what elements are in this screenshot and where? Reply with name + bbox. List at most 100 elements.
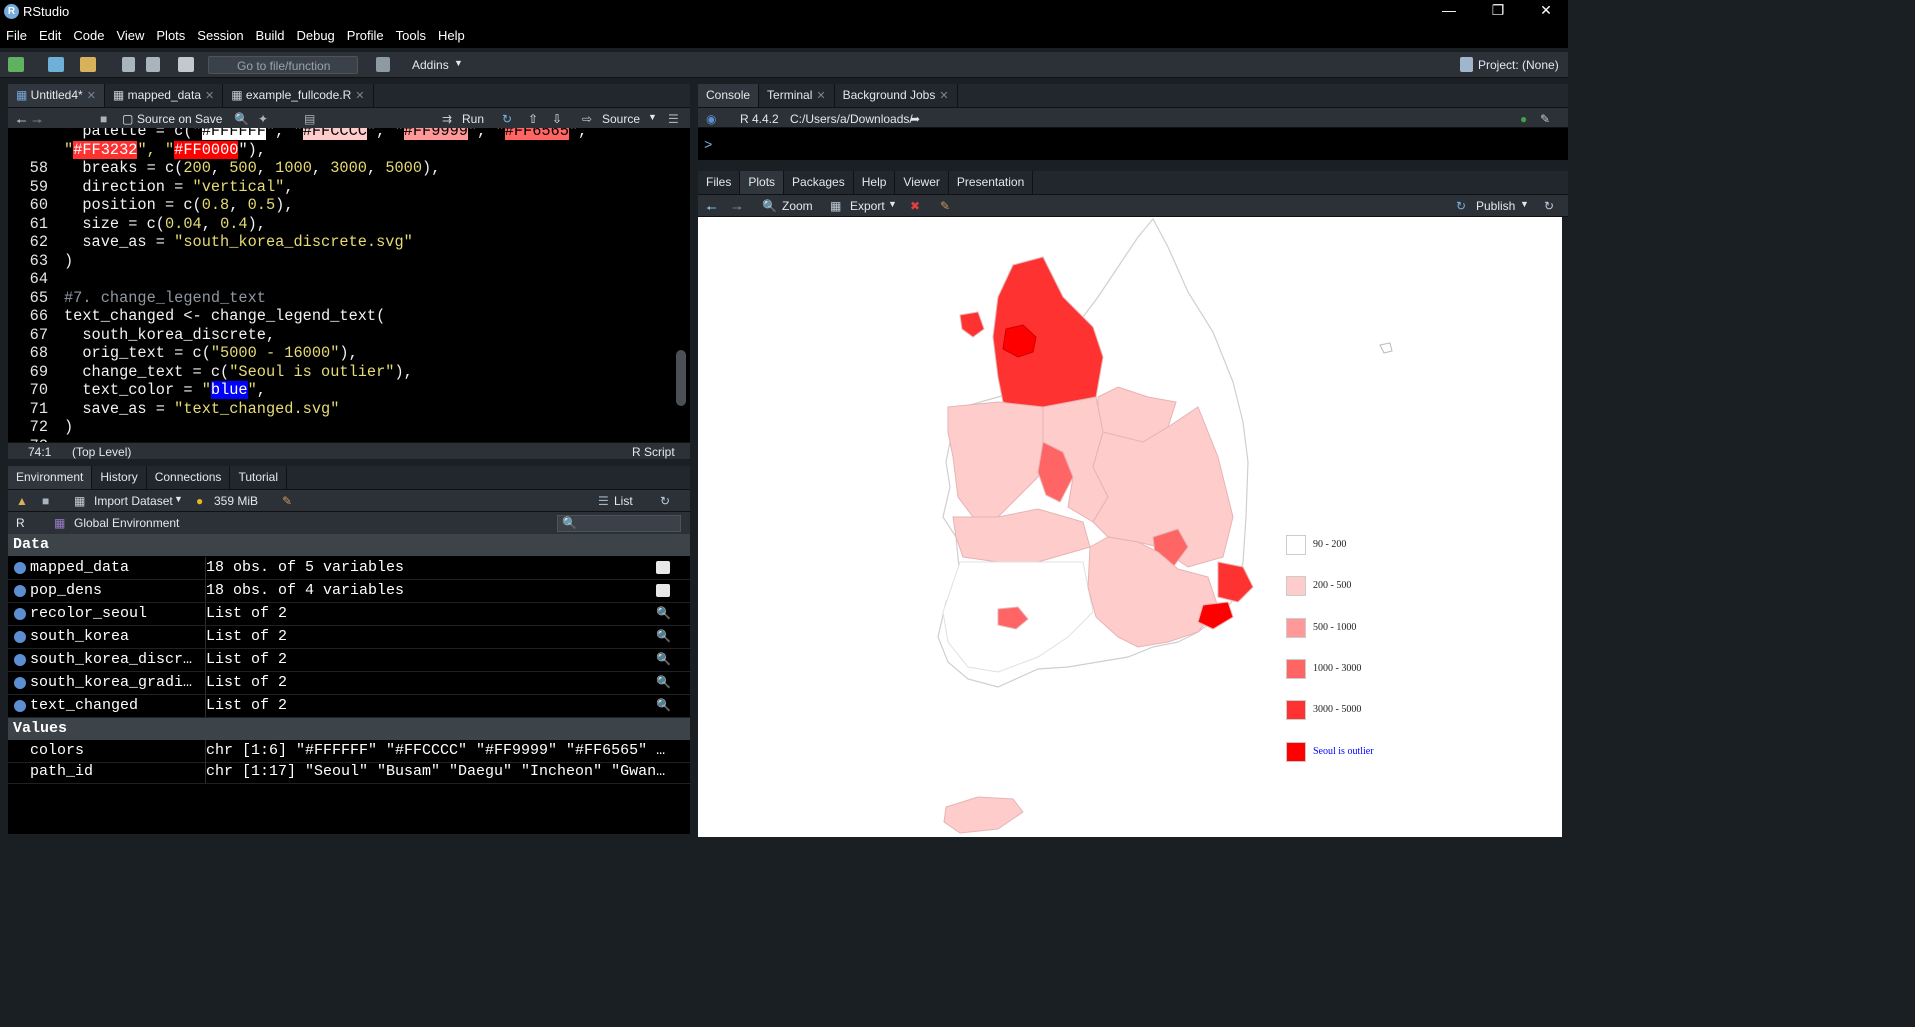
data-section-header[interactable]: Data [8, 534, 690, 556]
close-tab-icon[interactable]: ✕ [355, 90, 364, 102]
code-editor[interactable]: palette = c("#FFFFFF", "#FFCCCC", "#FF99… [8, 128, 690, 442]
view-mode-selector[interactable]: List [614, 494, 633, 508]
scope-dropdown[interactable]: Global Environment [74, 516, 179, 530]
tab-terminal[interactable]: Terminal ✕ [759, 84, 835, 107]
close-icon[interactable]: ✕ [1531, 2, 1561, 19]
code-line[interactable]: 61 size = c(0.04, 0.4), [8, 215, 678, 234]
menu-session[interactable]: Session [191, 24, 249, 43]
remove-plot-icon[interactable]: ✖ [910, 199, 920, 213]
tab-files[interactable]: Files [698, 171, 741, 194]
goto-file-input[interactable]: Go to file/function [208, 56, 358, 74]
print-icon[interactable] [178, 57, 194, 72]
expand-icon[interactable] [14, 562, 26, 574]
minimize-icon[interactable]: — [1434, 2, 1464, 18]
go-up-icon[interactable]: ⇧ [528, 112, 538, 126]
tab-tutorial[interactable]: Tutorial [230, 466, 288, 489]
new-file-icon[interactable] [8, 57, 24, 72]
code-line[interactable]: palette = c("#FFFFFF", "#FFCCCC", "#FF99… [8, 128, 678, 141]
code-line[interactable]: "#FF3232", "#FF0000"), [8, 140, 678, 160]
magnifier-icon[interactable]: 🔍 [656, 672, 671, 690]
close-tab-icon[interactable]: ✕ [87, 90, 96, 102]
code-line[interactable]: 64 [8, 270, 678, 289]
project-menu[interactable]: Project: (None) [1478, 58, 1559, 72]
environment-row[interactable]: text_changed List of 2 🔍 [8, 695, 690, 718]
code-line[interactable]: 60 position = c(0.8, 0.5), [8, 196, 678, 215]
code-line[interactable]: 69 change_text = c("Seoul is outlier"), [8, 363, 678, 382]
go-to-directory-icon[interactable]: ➦ [910, 112, 920, 126]
environment-row[interactable]: mapped_data 18 obs. of 5 variables [8, 557, 690, 580]
menu-edit[interactable]: Edit [33, 24, 67, 43]
menu-view[interactable]: View [110, 24, 150, 43]
clear-console-icon[interactable]: ✎ [1540, 112, 1550, 126]
save-workspace-icon[interactable]: ■ [42, 494, 49, 508]
code-line[interactable]: 72) [8, 418, 678, 437]
restore-icon[interactable]: ❐ [1483, 2, 1513, 19]
tab-mapped-data[interactable]: ▦ mapped_data ✕ [105, 84, 224, 107]
code-line[interactable]: 71 save_as = "text_changed.svg" [8, 400, 678, 419]
expand-icon[interactable] [14, 654, 26, 666]
menu-code[interactable]: Code [67, 24, 110, 43]
import-dataset-button[interactable]: Import Dataset [94, 494, 173, 508]
wand-icon[interactable]: ✦ [258, 112, 268, 126]
close-tab-icon[interactable]: ✕ [205, 90, 214, 102]
chevron-down-icon[interactable]: ▼ [648, 112, 657, 122]
expand-icon[interactable] [14, 608, 26, 620]
environment-row[interactable]: south_korea_gradi… List of 2 🔍 [8, 672, 690, 695]
save-icon[interactable] [122, 57, 135, 72]
code-line[interactable]: 58 breaks = c(200, 500, 1000, 3000, 5000… [8, 159, 678, 178]
scope-selector[interactable]: (Top Level) [72, 445, 131, 459]
code-line[interactable]: 63) [8, 252, 678, 271]
code-line[interactable]: 65 #7. change_legend_text [8, 289, 678, 308]
refresh-icon[interactable]: ↻ [660, 494, 670, 508]
tab-history[interactable]: History [92, 466, 147, 489]
menu-profile[interactable]: Profile [341, 24, 390, 43]
magnifier-icon[interactable]: 🔍 [656, 603, 671, 621]
broom-icon[interactable]: ✎ [282, 494, 292, 508]
expand-icon[interactable] [14, 677, 26, 689]
magnifier-icon[interactable]: 🔍 [656, 695, 671, 713]
menu-build[interactable]: Build [250, 24, 291, 43]
source-button[interactable]: Source [602, 112, 640, 126]
code-line[interactable]: 68 orig_text = c("5000 - 16000"), [8, 344, 678, 363]
environment-search-input[interactable]: 🔍 [557, 515, 681, 532]
save-all-icon[interactable] [146, 57, 160, 72]
magnifier-icon[interactable]: 🔍 [656, 649, 671, 667]
addins-menu[interactable]: Addins [412, 58, 449, 72]
refresh-icon[interactable]: ↻ [1544, 199, 1554, 213]
editor-scrollbar[interactable] [676, 350, 686, 406]
environment-row[interactable]: recolor_seoul List of 2 🔍 [8, 603, 690, 626]
expand-icon[interactable] [14, 585, 26, 597]
tab-viewer[interactable]: Viewer [895, 171, 949, 194]
memory-usage[interactable]: 359 MiB [214, 494, 258, 508]
close-tab-icon[interactable]: ✕ [816, 90, 825, 102]
tab-connections[interactable]: Connections [147, 466, 231, 489]
menu-plots[interactable]: Plots [150, 24, 191, 43]
outline-icon[interactable]: ☰ [668, 112, 679, 126]
grid-layout-icon[interactable] [376, 57, 390, 72]
tab-plots[interactable]: Plots [740, 171, 785, 194]
search-icon[interactable]: 🔍 [234, 112, 249, 126]
broom-icon[interactable]: ✎ [940, 199, 950, 213]
run-button[interactable]: Run [462, 112, 484, 126]
values-section-header[interactable]: Values [8, 718, 690, 740]
source-on-save-checkbox[interactable]: ▢ [122, 112, 133, 126]
code-line[interactable]: 59 direction = "vertical", [8, 178, 678, 197]
magnifier-icon[interactable]: 🔍 [656, 626, 671, 644]
tab-background-jobs[interactable]: Background Jobs ✕ [835, 84, 958, 107]
close-tab-icon[interactable]: ✕ [939, 90, 948, 102]
new-project-icon[interactable] [48, 57, 64, 72]
environment-row[interactable]: path_id chr [1:17] "Seoul" "Busam" "Daegu… [8, 761, 690, 784]
console-output[interactable]: > [698, 128, 1568, 160]
expand-icon[interactable] [14, 700, 26, 712]
environment-row[interactable]: south_korea List of 2 🔍 [8, 626, 690, 649]
tab-console[interactable]: Console [698, 84, 760, 107]
tab-packages[interactable]: Packages [784, 171, 854, 194]
table-icon[interactable] [656, 584, 670, 597]
zoom-button[interactable]: Zoom [782, 199, 813, 213]
tab-environment[interactable]: Environment [8, 466, 93, 489]
load-workspace-icon[interactable]: ▲ [16, 494, 28, 508]
tab-presentation[interactable]: Presentation [949, 171, 1034, 194]
table-icon[interactable] [656, 561, 670, 574]
environment-row[interactable]: south_korea_discr… List of 2 🔍 [8, 649, 690, 672]
go-down-icon[interactable]: ⇩ [552, 112, 562, 126]
